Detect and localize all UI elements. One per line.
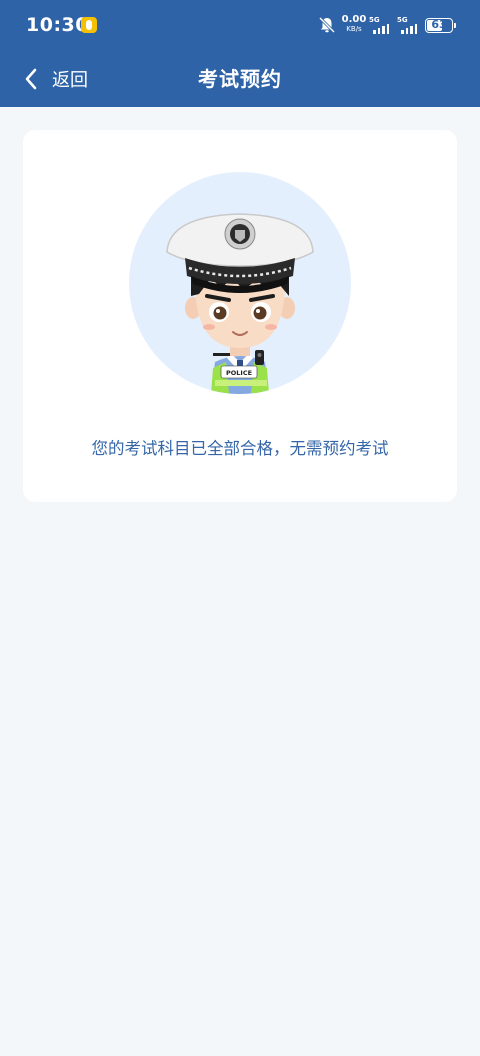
status-bar: 10:30 0.00 KB/s 5G 5G 63: [0, 0, 480, 52]
signal-sim2-icon: 5G: [397, 16, 423, 34]
network-speed-value: 0.00: [341, 14, 367, 25]
signal-sim1-icon: 5G: [369, 16, 395, 34]
page-title: 考试预约: [198, 67, 282, 91]
bell-off-icon: [318, 16, 336, 34]
app-notification-icon: [81, 17, 97, 33]
traffic-police-avatar-icon: POLICE: [166, 213, 314, 394]
network-speed: 0.00 KB/s: [341, 15, 367, 33]
status-time: 10:30: [26, 14, 89, 36]
exam-status-card: POLICE 您的考试科目已全部合格，无需预约考试: [23, 130, 457, 502]
sim1-network-label: 5G: [369, 16, 380, 24]
battery-icon: 63: [425, 18, 456, 33]
battery-percent: 63: [431, 18, 447, 31]
sim2-network-label: 5G: [397, 16, 408, 24]
header-bar: 10:30 0.00 KB/s 5G 5G 63 返回 考试预约: [0, 0, 480, 107]
avatar: POLICE: [129, 172, 351, 394]
police-badge-text: POLICE: [226, 369, 252, 377]
status-message: 您的考试科目已全部合格，无需预约考试: [91, 439, 389, 458]
network-speed-unit: KB/s: [346, 25, 362, 33]
